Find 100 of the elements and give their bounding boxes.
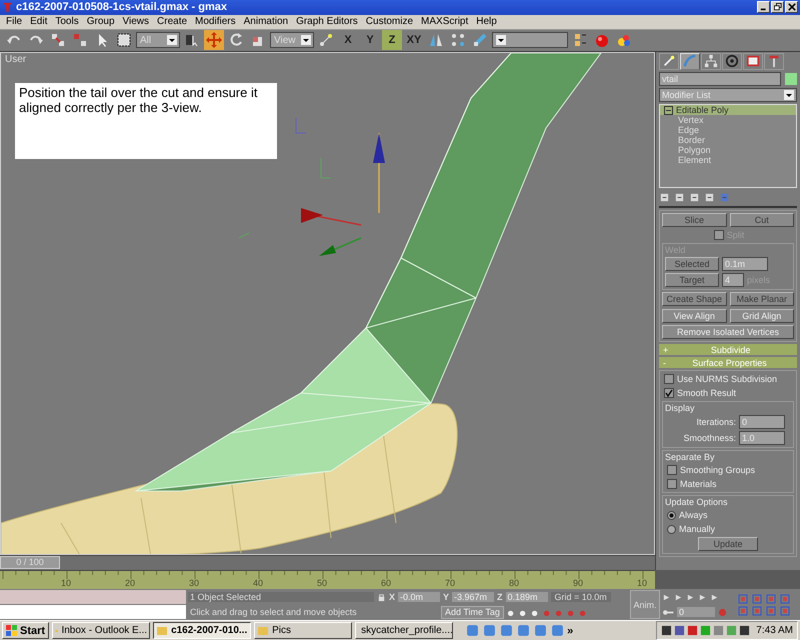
link-icon — [50, 32, 66, 48]
track-bar[interactable]: 10 20 30 40 50 60 70 80 90 10 — [0, 570, 655, 589]
group-title: Display — [665, 403, 696, 414]
playback-button[interactable] — [698, 592, 707, 602]
curve-tab[interactable] — [680, 52, 700, 70]
caret-icon — [496, 35, 506, 46]
viewport[interactable]: User Position the tail over the cut and ensure it aligned correctly per the 3-view. — [0, 52, 655, 556]
menu-item[interactable]: Edit — [26, 16, 52, 28]
radio-label: Always — [679, 510, 708, 520]
checkbox[interactable] — [664, 374, 674, 384]
hierarchy-tab[interactable] — [701, 52, 721, 70]
align-button[interactable]: View Align — [662, 309, 726, 324]
rollout-title: Surface Properties — [691, 358, 768, 368]
frame-field[interactable]: 0 — [677, 607, 715, 617]
tray-icon[interactable] — [687, 625, 698, 636]
quick-launch-icon[interactable] — [534, 624, 548, 637]
close-icon — [788, 3, 796, 12]
checkbox[interactable] — [667, 465, 677, 476]
time-slider-thumb[interactable]: 0 / 100 — [0, 556, 60, 570]
caret-icon — [301, 35, 311, 46]
menu-item[interactable]: File — [2, 16, 26, 28]
align-button[interactable]: Grid Align — [730, 309, 794, 324]
minimize-button[interactable] — [757, 1, 770, 14]
menu-item[interactable]: Help — [472, 16, 501, 28]
collapse-icon[interactable] — [664, 106, 673, 115]
sub-object-item[interactable]: Border — [660, 135, 796, 146]
quick-launch-icon[interactable] — [517, 624, 530, 637]
motion-icon — [725, 54, 739, 68]
quick-launch-icon[interactable] — [466, 624, 480, 637]
modifier-list-dropdown[interactable]: Modifier List — [659, 88, 797, 102]
toolbar-dropdown[interactable]: View — [270, 32, 314, 48]
quick-launch-icon[interactable] — [551, 624, 564, 637]
menu-item[interactable]: Tools — [51, 16, 83, 28]
close-button[interactable] — [785, 1, 798, 14]
toolbar-dropdown[interactable]: All — [136, 32, 180, 48]
object-name-field[interactable]: vtail — [659, 72, 781, 86]
sub-object-item[interactable]: Edge — [660, 125, 796, 136]
checkbox[interactable] — [664, 388, 674, 398]
remove-vertices-button[interactable]: Remove Isolated Vertices — [662, 325, 794, 340]
motion-tab[interactable] — [722, 52, 742, 70]
wand-icon — [662, 54, 676, 68]
object-color-swatch[interactable] — [785, 73, 797, 86]
menu-item[interactable]: Group — [82, 16, 119, 28]
taskbar-button[interactable]: Inbox - Outlook E... — [52, 622, 150, 639]
script-listener-field[interactable] — [0, 590, 186, 604]
tray-icon[interactable] — [739, 625, 750, 636]
spinner-field[interactable]: 0 — [739, 415, 785, 430]
tray-expand-button[interactable]: » — [567, 624, 574, 636]
menu-item[interactable]: Customize — [362, 16, 418, 28]
script-input-field[interactable] — [0, 605, 186, 619]
animate-button[interactable]: Anim. — [630, 590, 660, 619]
axis-constraint-button[interactable]: Z — [382, 30, 402, 50]
rollout-header[interactable]: - Surface Properties — [659, 357, 797, 368]
taskbar-button[interactable]: skycatcher_profile.... — [355, 622, 454, 639]
wand-tab[interactable] — [659, 52, 679, 70]
hammer-tab[interactable] — [764, 52, 784, 70]
checkbox-label: Smoothing Groups — [680, 465, 756, 476]
sub-object-item[interactable]: Vertex — [660, 115, 796, 126]
quick-launch-icon[interactable] — [500, 624, 514, 637]
taskbar-button[interactable]: c162-2007-010... — [153, 622, 252, 639]
coordinate-field[interactable]: -0.0m — [398, 592, 440, 602]
field-label: Smoothness: — [683, 433, 736, 444]
playback-button[interactable] — [710, 592, 719, 602]
sub-object-item[interactable]: Polygon — [660, 145, 796, 156]
start-button[interactable]: Start — [2, 622, 50, 639]
playback-button[interactable] — [662, 592, 671, 602]
menu-item[interactable]: Views — [118, 16, 154, 28]
time-slider[interactable]: 0 / 100 — [0, 555, 655, 570]
rollout-title: Subdivide — [710, 344, 752, 355]
playback-button[interactable] — [686, 592, 695, 602]
spinner-field[interactable]: 1.0 — [739, 431, 785, 446]
menu-item[interactable]: MAXScript — [417, 16, 472, 28]
tray-icon[interactable] — [661, 625, 672, 636]
menu-item[interactable]: Graph Editors — [292, 16, 362, 28]
playback-button[interactable] — [674, 592, 683, 602]
rollout-header[interactable]: + Subdivide — [659, 344, 797, 356]
stack-item[interactable]: Editable Poly — [660, 105, 796, 116]
radio-button[interactable] — [667, 524, 676, 534]
quick-launch-icon[interactable] — [483, 624, 496, 637]
sub-object-item[interactable]: Element — [660, 155, 796, 166]
menu-item[interactable]: Modifiers — [191, 16, 240, 28]
menu-item[interactable]: Create — [153, 16, 192, 28]
viewport-label[interactable]: User — [5, 54, 26, 66]
taskbar-button[interactable]: Pics — [254, 622, 352, 639]
note-text: Position the tail over the cut and ensure it aligned correctly per the 3-view. — [15, 83, 277, 160]
checkbox[interactable] — [667, 479, 677, 490]
coordinate-field[interactable]: -3.967m — [452, 592, 494, 602]
toolbar-dropdown[interactable] — [492, 32, 568, 48]
align-icon — [472, 32, 488, 48]
menu-item[interactable]: Animation — [240, 16, 292, 28]
tray-icon[interactable] — [674, 625, 686, 636]
axis-label: Z — [497, 592, 503, 602]
add-time-tag-button[interactable]: Add Time Tag — [441, 606, 504, 618]
grid-size: Grid = 10.0m — [550, 592, 611, 602]
restore-button[interactable] — [771, 1, 784, 14]
lock-icon — [377, 592, 386, 602]
radio-button[interactable] — [667, 510, 676, 520]
lock-selection-button[interactable] — [377, 592, 386, 602]
display-tab[interactable] — [743, 52, 763, 70]
coordinate-field[interactable]: 0.189m — [506, 592, 548, 602]
